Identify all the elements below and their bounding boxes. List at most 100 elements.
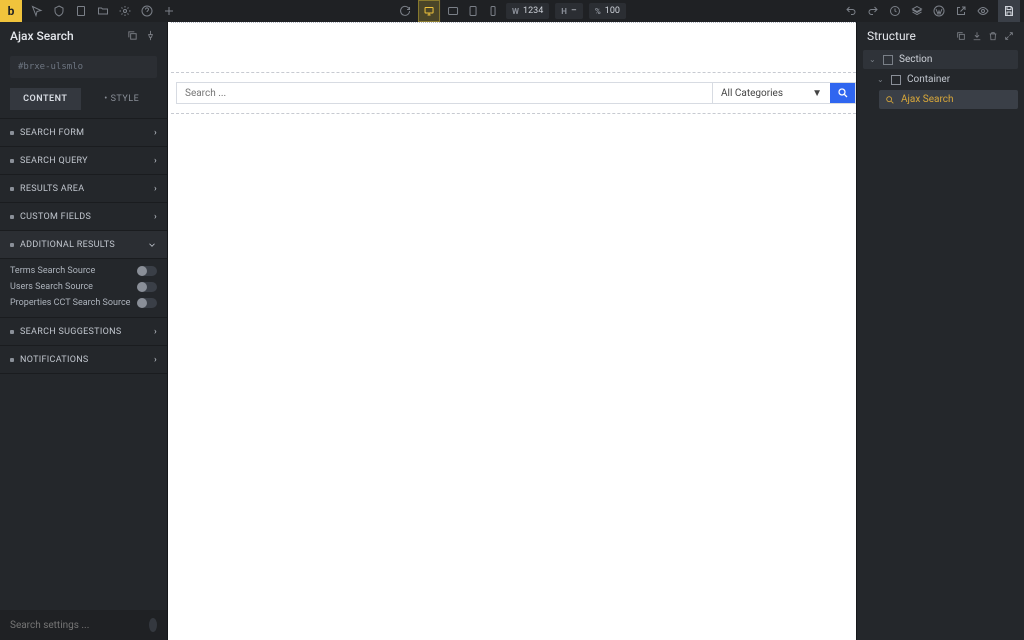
chevron-down-icon: ⌄ xyxy=(869,55,877,64)
refresh-icon[interactable] xyxy=(398,4,412,18)
toggle-switch[interactable] xyxy=(137,266,157,276)
section-label: SEARCH SUGGESTIONS xyxy=(20,327,121,337)
toggle-group: Terms Search Source Users Search Source … xyxy=(0,259,167,318)
chevron-down-icon xyxy=(147,240,157,250)
structure-tree: ⌄ Section ⌄Container Ajax Search xyxy=(857,50,1024,110)
ajax-search-widget: All Categories ▼ xyxy=(176,82,856,104)
tab-content[interactable]: CONTENT xyxy=(10,88,81,110)
accordion: SEARCH FORM› SEARCH QUERY› RESULTS AREA›… xyxy=(0,118,167,374)
section-label: NOTIFICATIONS xyxy=(20,355,89,365)
structure-header: Structure xyxy=(857,22,1024,50)
section-results-area[interactable]: RESULTS AREA› xyxy=(0,175,167,203)
height-value: – xyxy=(571,6,577,16)
copy-icon[interactable] xyxy=(956,31,966,41)
settings-panel: Ajax Search #brxe-ulsmlo CONTENT • STYLE… xyxy=(0,22,168,640)
toggle-terms-source: Terms Search Source xyxy=(0,263,167,279)
expand-icon[interactable] xyxy=(1004,31,1014,41)
width-label: W xyxy=(512,7,519,16)
mobile-icon[interactable] xyxy=(486,4,500,18)
zoom-label: % xyxy=(595,7,601,16)
toolbar-right xyxy=(844,0,1020,22)
toggle-users-source: Users Search Source xyxy=(0,279,167,295)
category-select[interactable]: All Categories ▼ xyxy=(712,83,830,103)
chevron-right-icon: › xyxy=(154,212,157,222)
search-filter-icon[interactable] xyxy=(149,618,157,632)
save-button[interactable] xyxy=(998,0,1020,22)
folder-icon[interactable] xyxy=(96,4,110,18)
wordpress-icon[interactable] xyxy=(932,4,946,18)
tree-item-section[interactable]: ⌄ Section xyxy=(863,50,1018,69)
container-icon xyxy=(891,75,901,85)
structure-title: Structure xyxy=(867,29,916,43)
section-search-query[interactable]: SEARCH QUERY› xyxy=(0,147,167,175)
section-custom-fields[interactable]: CUSTOM FIELDS › xyxy=(0,203,167,231)
top-toolbar: b W 1234 H– % 100 xyxy=(0,0,1024,22)
gear-icon[interactable] xyxy=(118,4,132,18)
search-input[interactable] xyxy=(177,83,712,103)
style-label: STYLE xyxy=(111,94,140,104)
chevron-right-icon: › xyxy=(154,327,157,337)
tree-label: Ajax Search xyxy=(901,94,954,105)
redo-icon[interactable] xyxy=(866,4,880,18)
tree-label: Section xyxy=(899,54,932,65)
undo-icon[interactable] xyxy=(844,4,858,18)
editor-canvas[interactable]: All Categories ▼ xyxy=(168,22,856,640)
section-label: RESULTS AREA xyxy=(20,184,84,194)
chevron-right-icon: › xyxy=(154,355,157,365)
logo[interactable]: b xyxy=(0,0,22,22)
layers-icon[interactable] xyxy=(910,4,924,18)
section-icon xyxy=(883,55,893,65)
section-search-form[interactable]: SEARCH FORM› xyxy=(0,119,167,147)
toggle-label: Terms Search Source xyxy=(10,266,95,276)
toolbar-left: b xyxy=(4,0,176,22)
width-value: 1234 xyxy=(523,6,543,16)
section-search-suggestions[interactable]: SEARCH SUGGESTIONS › xyxy=(0,318,167,346)
toggle-properties-source: Properties CCT Search Source xyxy=(0,295,167,311)
toggle-switch[interactable] xyxy=(137,282,157,292)
chevron-right-icon: › xyxy=(154,128,157,138)
external-link-icon[interactable] xyxy=(954,4,968,18)
width-pill[interactable]: W 1234 xyxy=(506,3,549,19)
zoom-value: 100 xyxy=(605,6,620,16)
search-element-icon xyxy=(885,95,895,105)
structure-panel: Structure ⌄ Section ⌄Container Ajax Searc… xyxy=(856,22,1024,640)
section-label: CUSTOM FIELDS xyxy=(20,212,91,222)
style-dot: • xyxy=(104,94,108,104)
shield-icon[interactable] xyxy=(52,4,66,18)
settings-search-input[interactable] xyxy=(10,620,143,631)
element-id-field[interactable]: #brxe-ulsmlo xyxy=(10,56,157,78)
height-label: H xyxy=(561,7,567,16)
caret-down-icon: ▼ xyxy=(812,88,822,99)
toggle-switch[interactable] xyxy=(137,298,157,308)
category-label: All Categories xyxy=(721,88,783,99)
zoom-pill[interactable]: % 100 xyxy=(589,3,626,19)
tree-item-ajax-search[interactable]: Ajax Search xyxy=(879,90,1018,109)
tablet-portrait-icon[interactable] xyxy=(466,4,480,18)
panel-title: Ajax Search xyxy=(10,29,74,43)
tablet-landscape-icon[interactable] xyxy=(446,4,460,18)
search-submit-button[interactable] xyxy=(830,83,855,103)
page-icon[interactable] xyxy=(74,4,88,18)
chevron-right-icon: › xyxy=(154,156,157,166)
panel-pin-icon[interactable] xyxy=(145,30,157,42)
trash-icon[interactable] xyxy=(988,31,998,41)
toolbar-center: W 1234 H– % 100 xyxy=(398,0,626,22)
canvas-guide xyxy=(171,22,856,23)
help-icon[interactable] xyxy=(140,4,154,18)
download-icon[interactable] xyxy=(972,31,982,41)
plus-icon[interactable] xyxy=(162,4,176,18)
cursor-icon[interactable] xyxy=(30,4,44,18)
eye-icon[interactable] xyxy=(976,4,990,18)
height-pill[interactable]: H– xyxy=(555,3,583,19)
section-label: ADDITIONAL RESULTS xyxy=(20,240,115,250)
tree-item-container[interactable]: ⌄Container xyxy=(871,70,1018,89)
panel-tabs: CONTENT • STYLE xyxy=(0,84,167,118)
section-notifications[interactable]: NOTIFICATIONS › xyxy=(0,346,167,374)
history-icon[interactable] xyxy=(888,4,902,18)
panel-header: Ajax Search xyxy=(0,22,167,50)
tab-style[interactable]: • STYLE xyxy=(87,88,158,110)
panel-copy-icon[interactable] xyxy=(127,30,139,42)
section-additional-results[interactable]: ADDITIONAL RESULTS xyxy=(0,231,167,259)
panel-search-footer xyxy=(0,610,167,640)
breakpoint-base-icon[interactable] xyxy=(418,0,440,22)
